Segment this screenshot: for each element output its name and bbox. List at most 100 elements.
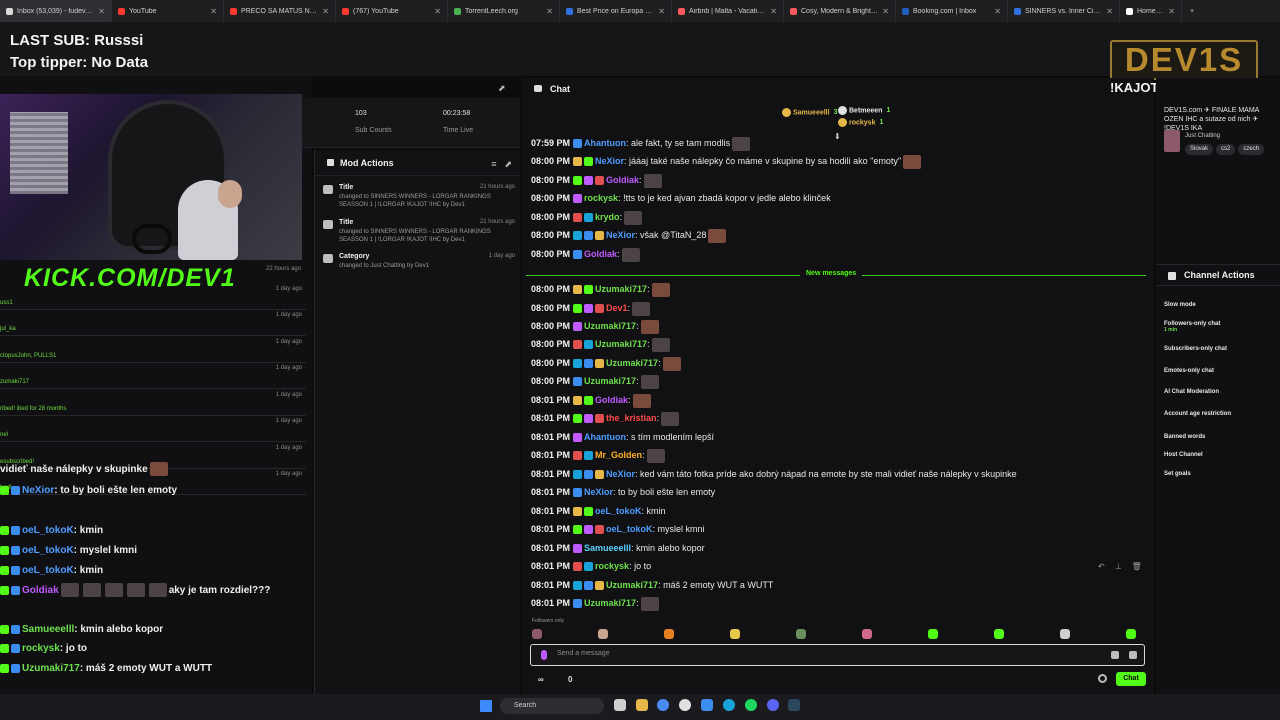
message-username[interactable]: NeXior: [584, 487, 613, 497]
chat-username[interactable]: oeL_tokoK: [22, 565, 74, 576]
emote-picker-icon[interactable]: [1111, 651, 1119, 659]
gifter-name[interactable]: Samueeelll: [793, 109, 830, 116]
emote-bar-icon[interactable]: [796, 629, 806, 639]
stream-tag[interactable]: cs2: [1216, 144, 1236, 155]
chat-username[interactable]: rockysk: [22, 643, 60, 654]
message-username[interactable]: krydo: [595, 212, 620, 222]
browser-tab[interactable]: Airbnb | Malta - Vacation Rentals ✕: [672, 0, 784, 22]
pin-icon[interactable]: ⊥: [1115, 562, 1122, 571]
message-username[interactable]: Uzumaki717: [595, 339, 647, 349]
close-icon[interactable]: ✕: [658, 7, 665, 16]
browser-tab[interactable]: YouTube ✕: [112, 0, 224, 22]
gear-icon[interactable]: [1098, 674, 1107, 683]
message-username[interactable]: Uzumaki717: [606, 580, 658, 590]
taskbar-search[interactable]: Search: [500, 698, 604, 714]
close-icon[interactable]: ✕: [210, 7, 217, 16]
message-username[interactable]: Goldiak: [606, 175, 639, 185]
close-icon[interactable]: ✕: [546, 7, 553, 16]
browser-tab[interactable]: TorrentLeech.org ✕: [448, 0, 560, 22]
message-username[interactable]: Dev1: [606, 303, 628, 313]
close-icon[interactable]: ✕: [770, 7, 777, 16]
browser-tab[interactable]: SINNERS vs. Inner Circle Acade ✕: [1008, 0, 1120, 22]
channel-action-item[interactable]: Host Channel: [1164, 452, 1203, 458]
close-icon[interactable]: ✕: [322, 7, 329, 16]
message-username[interactable]: Samueeelll: [584, 543, 631, 553]
file-explorer-icon[interactable]: [636, 699, 648, 711]
emote-bar-icon[interactable]: [994, 629, 1004, 639]
browser-tab[interactable]: PREČO SA MATÚŠ NA RANDE ✕: [224, 0, 336, 22]
message-username[interactable]: NeXior: [606, 469, 635, 479]
message-username[interactable]: Goldiak: [584, 249, 617, 259]
gifter-name[interactable]: Betmeeen: [849, 107, 882, 114]
chat-username[interactable]: oeL_tokoK: [22, 525, 74, 536]
message-username[interactable]: NeXior: [595, 156, 624, 166]
message-username[interactable]: Ahantuon: [584, 138, 626, 148]
message-username[interactable]: Uzumaki717: [584, 598, 636, 608]
chat-username[interactable]: Samueeelll: [22, 624, 74, 635]
channel-action-item[interactable]: Set goals: [1164, 471, 1191, 477]
new-tab-button[interactable]: +: [1182, 0, 1202, 22]
message-username[interactable]: oeL_tokoK: [595, 506, 642, 516]
channel-action-item[interactable]: AI Chat Moderation: [1164, 389, 1219, 395]
emote-bar-icon[interactable]: [664, 629, 674, 639]
message-username[interactable]: Ahantuon: [584, 432, 626, 442]
task-view-icon[interactable]: [614, 699, 626, 711]
gifter-name[interactable]: rockysk: [849, 119, 875, 126]
message-username[interactable]: Uzumaki717: [606, 358, 658, 368]
close-icon[interactable]: ✕: [994, 7, 1001, 16]
chat-username[interactable]: oeL_tokoK: [22, 545, 74, 556]
channel-action-item[interactable]: Subscribers-only chat: [1164, 346, 1227, 352]
close-icon[interactable]: ✕: [882, 7, 889, 16]
chat-username[interactable]: Uzumaki717: [22, 663, 80, 674]
emote-bar-icon[interactable]: [928, 629, 938, 639]
close-icon[interactable]: ✕: [98, 7, 105, 16]
message-username[interactable]: Mr_Golden: [595, 450, 642, 460]
discord-icon[interactable]: [767, 699, 779, 711]
emote-bar-icon[interactable]: [1126, 629, 1136, 639]
stream-tag[interactable]: Slovak: [1185, 144, 1214, 155]
chat-input[interactable]: Send a message: [530, 644, 1145, 666]
emote-bar-icon[interactable]: [598, 629, 608, 639]
emote-bar-icon[interactable]: [730, 629, 740, 639]
message-username[interactable]: Uzumaki717: [584, 376, 636, 386]
category-name[interactable]: Just Chatting: [1185, 132, 1220, 141]
close-icon[interactable]: ✕: [1106, 7, 1113, 16]
spotify-icon[interactable]: [745, 699, 757, 711]
mic-icon[interactable]: [541, 650, 547, 660]
reply-icon[interactable]: ↶: [1098, 562, 1105, 571]
emote-bar-icon[interactable]: [862, 629, 872, 639]
channel-action-item[interactable]: Banned words: [1164, 434, 1205, 440]
message-username[interactable]: Uzumaki717: [595, 284, 647, 294]
channel-action-item[interactable]: Account age restriction: [1164, 411, 1231, 417]
channel-action-item[interactable]: Followers-only chat 1 min: [1164, 321, 1220, 333]
browser-tab[interactable]: Home / X ✕: [1120, 0, 1182, 22]
message-username[interactable]: Goldiak: [595, 395, 628, 405]
emote-bar-icon[interactable]: [1060, 629, 1070, 639]
message-username[interactable]: Uzumaki717: [584, 321, 636, 331]
browser-tab[interactable]: Inbox (53,039) - fudev1@gm ✕: [0, 0, 112, 22]
channel-action-item[interactable]: Emotes-only chat: [1164, 368, 1214, 374]
app-icon[interactable]: [679, 699, 691, 711]
send-chat-button[interactable]: Chat: [1116, 672, 1146, 686]
browser-tab[interactable]: Cosy, Modern & Bright Centr ✕: [784, 0, 896, 22]
steam-icon[interactable]: [788, 699, 800, 711]
popout-icon[interactable]: ⬈: [498, 83, 506, 94]
windows-start-icon[interactable]: [480, 700, 492, 712]
message-username[interactable]: NeXior: [606, 230, 635, 240]
emoji-icon[interactable]: [1129, 651, 1137, 659]
stream-tag[interactable]: czech: [1238, 144, 1265, 155]
message-username[interactable]: the_kristian: [606, 413, 657, 423]
filter-icon[interactable]: ≡: [491, 159, 496, 170]
chat-username[interactable]: NeXior: [22, 485, 54, 496]
chrome-icon[interactable]: [657, 699, 669, 711]
message-username[interactable]: rockysk: [595, 561, 629, 571]
chat-username[interactable]: Goldiak: [22, 585, 59, 596]
channel-action-item[interactable]: Slow mode: [1164, 302, 1196, 308]
message-username[interactable]: rockysk: [584, 193, 618, 203]
edge-icon[interactable]: [723, 699, 735, 711]
close-icon[interactable]: ✕: [434, 7, 441, 16]
browser-tab[interactable]: (767) YouTube ✕: [336, 0, 448, 22]
emote-bar-icon[interactable]: [532, 629, 542, 639]
browser-tab[interactable]: Booking.com | Inbox ✕: [896, 0, 1008, 22]
popout-icon[interactable]: ⬈: [504, 159, 512, 170]
